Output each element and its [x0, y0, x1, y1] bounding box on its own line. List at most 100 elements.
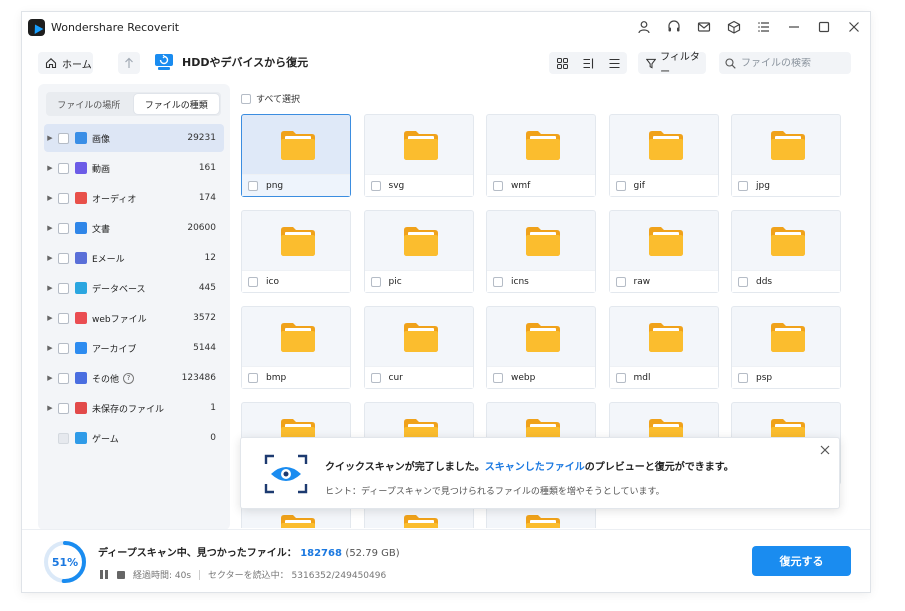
tile-checkbox[interactable] [738, 180, 748, 191]
sidebar-category-item[interactable]: ▶ 文書 20600 [44, 214, 224, 242]
category-checkbox[interactable] [58, 282, 69, 294]
tile-checkbox[interactable] [738, 276, 748, 287]
user-icon[interactable] [636, 19, 652, 35]
list-view-button[interactable] [601, 52, 627, 74]
filter-button[interactable]: フィルター [638, 52, 706, 78]
stop-icon[interactable] [117, 570, 125, 579]
sidebar-category-item[interactable]: ▶ 動画 161 [44, 154, 224, 182]
expand-arrow-icon[interactable]: ▶ [44, 194, 56, 202]
category-count: 20600 [187, 223, 216, 233]
file-type-tile[interactable]: mdl [608, 306, 719, 389]
video-icon [75, 162, 87, 174]
file-type-tile[interactable]: icns [486, 210, 596, 293]
category-checkbox[interactable] [58, 312, 69, 324]
file-type-tile[interactable]: pic [363, 210, 474, 293]
tile-checkbox[interactable] [493, 372, 503, 383]
file-type-tile[interactable]: dds [731, 210, 841, 293]
maximize-icon[interactable] [816, 19, 832, 35]
sidebar-category-item[interactable]: ゲーム 0 [44, 424, 224, 452]
category-checkbox[interactable] [58, 132, 69, 144]
home-button[interactable]: ホーム [38, 52, 93, 74]
file-type-tile[interactable]: raw [608, 210, 719, 293]
scanned-files-link[interactable]: スキャンしたファイル [485, 462, 585, 473]
folder-icon [648, 227, 683, 256]
grid-view-button[interactable] [549, 52, 575, 74]
sidebar-category-item[interactable]: ▶ その他? 123486 [44, 364, 224, 392]
up-directory-button[interactable] [118, 52, 140, 74]
tile-checkbox[interactable] [248, 180, 258, 191]
expand-arrow-icon[interactable]: ▶ [44, 164, 56, 172]
scan-status-text: ディープスキャン中、見つかったファイル： [98, 548, 297, 559]
mail-icon[interactable] [696, 19, 712, 35]
headset-icon[interactable] [666, 19, 682, 35]
file-type-tile[interactable]: bmp [241, 306, 351, 389]
expand-arrow-icon[interactable]: ▶ [44, 374, 56, 382]
expand-arrow-icon[interactable]: ▶ [44, 134, 56, 142]
sidebar-category-item[interactable]: ▶ アーカイブ 5144 [44, 334, 224, 362]
expand-arrow-icon[interactable]: ▶ [44, 224, 56, 232]
menu-icon[interactable] [756, 19, 772, 35]
sidebar-category-item[interactable]: ▶ オーディオ 174 [44, 184, 224, 212]
category-checkbox[interactable] [58, 162, 69, 174]
tile-checkbox[interactable] [738, 372, 748, 383]
expand-arrow-icon[interactable]: ▶ [44, 404, 56, 412]
folder-icon [281, 515, 315, 528]
pause-icon[interactable] [100, 570, 109, 579]
location-breadcrumb: HDDやデバイスから復元 [154, 53, 308, 71]
file-type-tile[interactable]: jpg [731, 114, 841, 197]
expand-arrow-icon[interactable]: ▶ [44, 254, 56, 262]
tile-label: webp [511, 372, 536, 383]
sidebar-category-item[interactable]: ▶ webファイル 3572 [44, 304, 224, 332]
sidebar-category-item[interactable]: ▶ 画像 29231 [44, 124, 224, 152]
close-icon[interactable] [846, 19, 862, 35]
tile-checkbox[interactable] [370, 180, 381, 191]
expand-arrow-icon[interactable]: ▶ [44, 284, 56, 292]
file-type-tile[interactable]: wmf [486, 114, 596, 197]
tile-checkbox[interactable] [370, 276, 381, 287]
filter-icon [646, 58, 657, 68]
category-checkbox[interactable] [58, 222, 69, 234]
sidebar-category-item[interactable]: ▶ データベース 445 [44, 274, 224, 302]
tile-checkbox[interactable] [370, 372, 381, 383]
tile-checkbox[interactable] [615, 180, 626, 191]
file-type-tile[interactable]: ico [241, 210, 351, 293]
category-checkbox[interactable] [58, 372, 69, 384]
tab-file-location[interactable]: ファイルの場所 [46, 92, 132, 116]
tile-label: bmp [266, 372, 287, 383]
sidebar-category-item[interactable]: ▶ 未保存のファイル 1 [44, 394, 224, 422]
sidebar-category-item[interactable]: ▶ Eメール 12 [44, 244, 224, 272]
expand-arrow-icon[interactable]: ▶ [44, 344, 56, 352]
tile-checkbox[interactable] [615, 276, 626, 287]
expand-arrow-icon[interactable]: ▶ [44, 314, 56, 322]
detail-view-button[interactable] [575, 52, 601, 74]
file-type-tile[interactable]: webp [486, 306, 596, 389]
file-type-tile[interactable]: cur [363, 306, 474, 389]
select-all-checkbox[interactable] [241, 93, 251, 104]
recover-button[interactable]: 復元する [752, 546, 851, 576]
category-checkbox[interactable] [58, 192, 69, 204]
file-type-tile[interactable]: gif [608, 114, 719, 197]
tile-checkbox[interactable] [248, 276, 258, 287]
title-bar: Wondershare Recoverit [22, 12, 870, 44]
tile-label: psp [756, 372, 773, 383]
category-checkbox[interactable] [58, 252, 69, 264]
tab-file-type[interactable]: ファイルの種類 [133, 94, 219, 114]
select-all[interactable]: すべて選択 [241, 92, 300, 105]
tile-checkbox[interactable] [615, 372, 626, 383]
file-type-tile[interactable]: png [241, 114, 351, 197]
tile-checkbox[interactable] [493, 180, 503, 191]
category-checkbox[interactable] [58, 342, 69, 354]
category-checkbox[interactable] [58, 432, 69, 444]
tile-checkbox[interactable] [493, 276, 503, 287]
scan-complete-toast: クイックスキャンが完了しました。スキャンしたファイルのプレビューと復元ができます… [240, 437, 840, 509]
progress-percent: 51% [51, 555, 79, 569]
tile-checkbox[interactable] [248, 372, 258, 383]
box-icon[interactable] [726, 19, 742, 35]
file-type-tile[interactable]: psp [731, 306, 841, 389]
category-checkbox[interactable] [58, 402, 69, 414]
search-input[interactable] [741, 57, 846, 69]
toast-close-button[interactable] [817, 442, 833, 458]
help-icon[interactable]: ? [123, 372, 135, 384]
minimize-icon[interactable] [786, 19, 802, 35]
file-type-tile[interactable]: svg [363, 114, 474, 197]
